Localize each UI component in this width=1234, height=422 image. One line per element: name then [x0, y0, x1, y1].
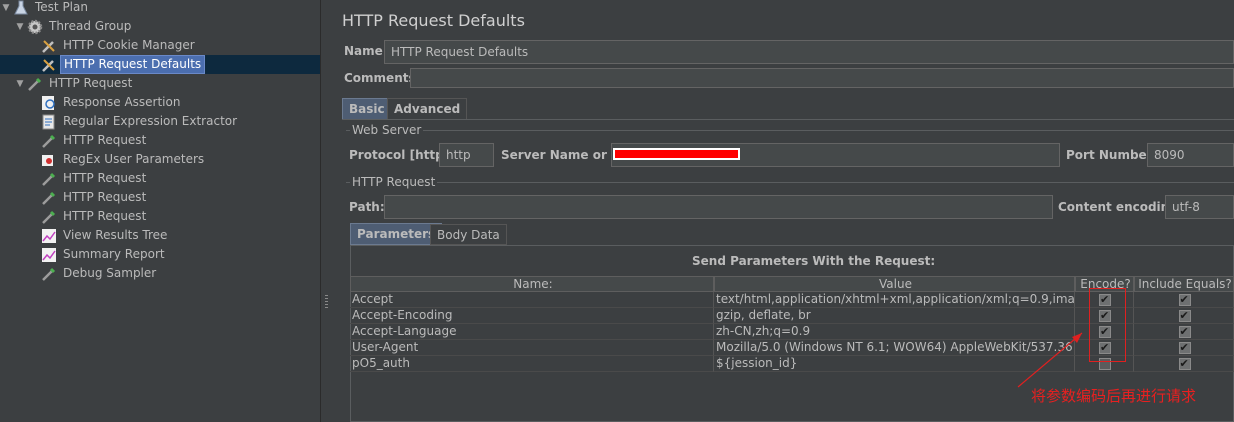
- tab-basic[interactable]: Basic: [342, 98, 392, 120]
- port-number-label: Port Number:: [1066, 148, 1158, 162]
- annotation-text: 将参数编码后再进行请求: [1031, 387, 1197, 405]
- splitter-grip[interactable]: [325, 295, 328, 309]
- column-header-name[interactable]: Name:: [350, 276, 714, 292]
- pipette-icon: [40, 132, 58, 150]
- include-equals-cell: [1134, 292, 1234, 308]
- wrench-icon: [40, 56, 58, 74]
- tree-item-label: Regular Expression Extractor: [63, 114, 238, 128]
- expand-arrow-icon[interactable]: ▼: [14, 79, 26, 89]
- include-equals-checkbox[interactable]: [1178, 340, 1191, 355]
- page-title: HTTP Request Defaults: [342, 11, 525, 30]
- tree-item[interactable]: Regular Expression Extractor: [28, 112, 240, 131]
- test-plan-tree[interactable]: ▼ Test Plan ▼ Thread Group HTTP Cookie Manag…: [0, 0, 320, 422]
- tree-item-label: RegEx User Parameters: [63, 152, 205, 166]
- param-name-cell[interactable]: Accept-Encoding: [350, 308, 714, 324]
- puzzle-icon: [40, 151, 58, 169]
- param-name-cell[interactable]: User-Agent: [350, 340, 714, 356]
- comments-label: Comments:: [344, 71, 421, 85]
- tree-item[interactable]: View Results Tree: [28, 226, 170, 245]
- tree-item-label: Thread Group: [49, 19, 132, 33]
- port-number-field[interactable]: 8090: [1147, 143, 1234, 167]
- redacted-server-name: [613, 148, 740, 160]
- expand-arrow-icon[interactable]: ▼: [0, 3, 12, 13]
- tab-parameters[interactable]: Parameters: [350, 223, 443, 245]
- param-value-cell[interactable]: text/html,application/xhtml+xml,applicat…: [714, 292, 1075, 308]
- pipette-icon: [40, 170, 58, 188]
- param-name-cell[interactable]: pO5_auth: [350, 356, 714, 372]
- tree-item[interactable]: HTTP Request: [28, 188, 149, 207]
- name-label: Name:: [344, 44, 388, 58]
- http-request-group-line: [346, 182, 1234, 183]
- http-request-title: HTTP Request: [350, 175, 438, 189]
- magnifier-icon: [40, 94, 58, 112]
- pipette-icon: [40, 189, 58, 207]
- param-name-cell[interactable]: Accept: [350, 292, 714, 308]
- tree-item-label: Response Assertion: [63, 95, 181, 109]
- document-icon: [40, 113, 58, 131]
- wrench-icon: [40, 37, 58, 55]
- tree-item-label: HTTP Cookie Manager: [63, 38, 195, 52]
- pipette-icon: [40, 208, 58, 226]
- expand-arrow-icon[interactable]: ▼: [14, 22, 26, 32]
- pipette-icon: [40, 265, 58, 283]
- tree-item[interactable]: ▼ HTTP Request: [14, 74, 135, 93]
- include-equals-cell: [1134, 356, 1234, 372]
- tree-item-label: Summary Report: [63, 247, 165, 261]
- tree-item-label: HTTP Request: [63, 171, 147, 185]
- include-equals-cell: [1134, 340, 1234, 356]
- chart-icon: [40, 227, 58, 245]
- server-name-label: Server Name or IP:: [501, 148, 630, 162]
- tree-item[interactable]: Debug Sampler: [28, 264, 159, 283]
- tree-item-label: Test Plan: [35, 0, 88, 14]
- web-server-group-line: [346, 130, 1234, 131]
- include-equals-checkbox[interactable]: [1178, 292, 1191, 307]
- include-equals-checkbox[interactable]: [1178, 324, 1191, 339]
- tree-item[interactable]: ▼ Test Plan: [0, 0, 91, 17]
- tab-body-data[interactable]: Body Data: [430, 224, 507, 245]
- content-encoding-field[interactable]: utf-8: [1165, 195, 1234, 219]
- tree-item[interactable]: HTTP Request: [28, 169, 149, 188]
- annotation-highlight-box: [1089, 288, 1126, 362]
- tree-item-label: View Results Tree: [63, 228, 168, 242]
- tree-item-label: Debug Sampler: [63, 266, 157, 280]
- tree-item[interactable]: HTTP Request: [28, 131, 149, 150]
- tree-item-label: HTTP Request: [63, 209, 147, 223]
- include-equals-checkbox[interactable]: [1178, 356, 1191, 371]
- web-server-title: Web Server: [350, 123, 424, 137]
- content-encoding-label: Content encoding:: [1058, 200, 1183, 214]
- pipette-icon: [26, 75, 44, 93]
- comments-field[interactable]: [410, 68, 1234, 88]
- panel-splitter[interactable]: [320, 0, 332, 422]
- tree-item-label: HTTP Request: [63, 190, 147, 204]
- include-equals-cell: [1134, 324, 1234, 340]
- tree-item[interactable]: Response Assertion: [28, 93, 183, 112]
- tree-item-label: HTTP Request: [49, 76, 133, 90]
- tree-item-label: HTTP Request: [63, 133, 147, 147]
- tree-item-label: HTTP Request Defaults: [60, 55, 206, 74]
- gear-icon: [26, 18, 44, 36]
- tree-item[interactable]: Summary Report: [28, 245, 168, 264]
- path-label: Path:: [349, 200, 385, 214]
- tab-divider: [342, 119, 1234, 120]
- include-equals-checkbox[interactable]: [1178, 308, 1191, 323]
- param-name-cell[interactable]: Accept-Language: [350, 324, 714, 340]
- tree-item[interactable]: ▼ Thread Group: [14, 17, 134, 36]
- param-value-cell[interactable]: gzip, deflate, br: [714, 308, 1075, 324]
- tree-item[interactable]: HTTP Cookie Manager: [28, 36, 198, 55]
- include-equals-cell: [1134, 308, 1234, 324]
- column-header-include-equals[interactable]: Include Equals?: [1134, 276, 1234, 292]
- tree-item[interactable]: HTTP Request Defaults: [28, 55, 206, 74]
- flask-icon: [12, 0, 30, 17]
- name-field[interactable]: HTTP Request Defaults: [384, 40, 1234, 64]
- chart-icon: [40, 246, 58, 264]
- tree-item[interactable]: HTTP Request: [28, 207, 149, 226]
- parameters-title: Send Parameters With the Request:: [692, 254, 936, 268]
- path-field[interactable]: [384, 195, 1053, 219]
- column-header-value[interactable]: Value: [714, 276, 1075, 292]
- protocol-field[interactable]: http: [439, 143, 494, 167]
- tab-advanced[interactable]: Advanced: [387, 98, 468, 120]
- tree-item[interactable]: RegEx User Parameters: [28, 150, 207, 169]
